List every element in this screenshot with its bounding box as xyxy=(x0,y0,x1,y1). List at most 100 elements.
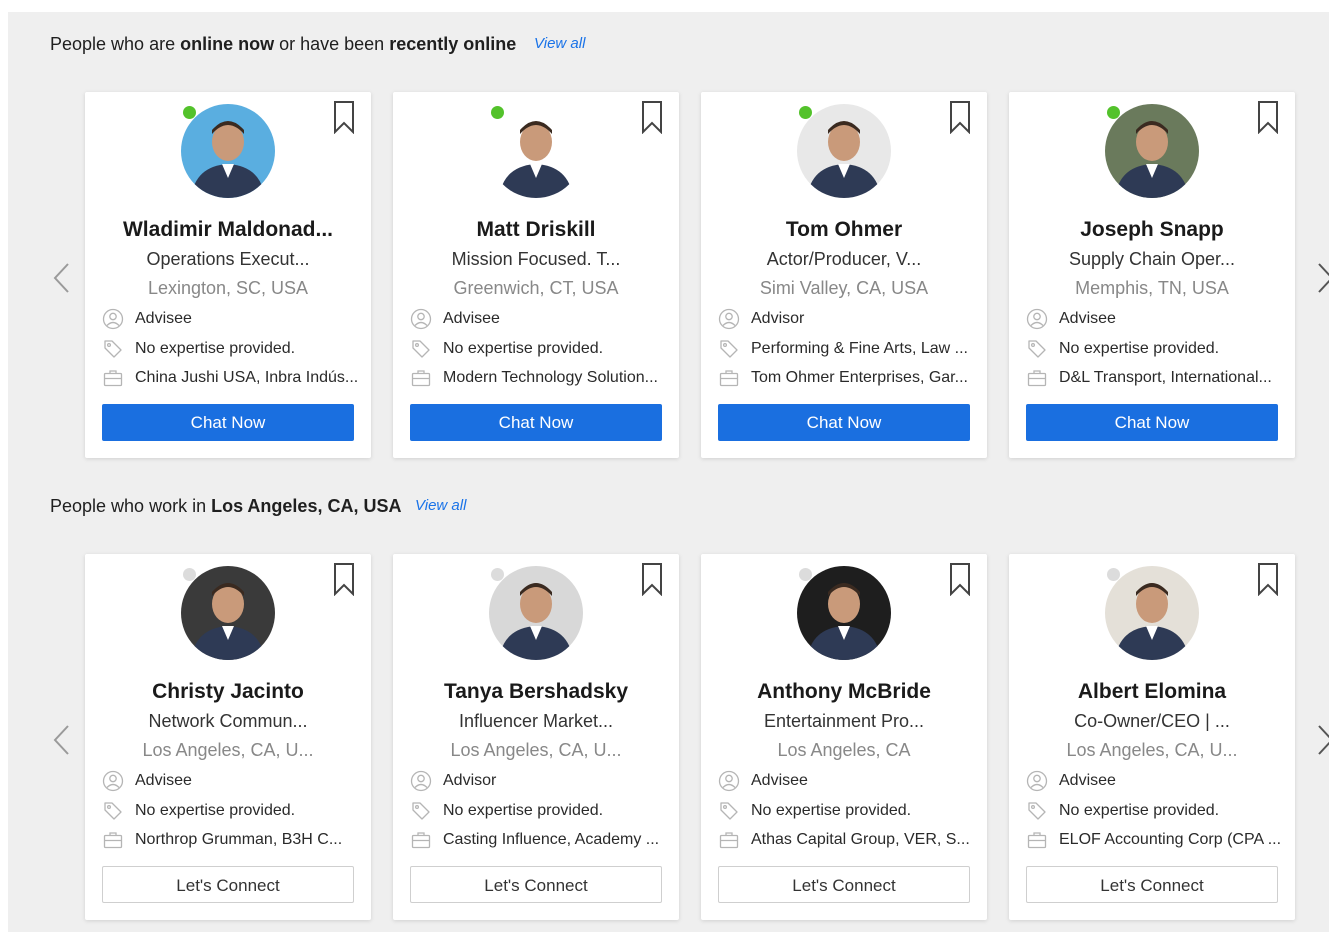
expertise-text: No expertise provided. xyxy=(1059,802,1220,819)
view-all-link[interactable]: View all xyxy=(415,497,466,514)
role-label: Advisee xyxy=(135,772,192,789)
role-row: Advisor xyxy=(410,770,668,792)
person-location: Los Angeles, CA, U... xyxy=(450,740,622,760)
briefcase-icon xyxy=(718,367,740,389)
role-label: Advisor xyxy=(443,772,497,789)
user-icon xyxy=(1026,308,1048,330)
online-status-dot xyxy=(491,106,504,119)
person-title: Influencer Market... xyxy=(458,711,614,731)
person-name[interactable]: Anthony McBride xyxy=(701,680,987,704)
chevron-right-icon[interactable] xyxy=(1313,258,1329,298)
chat-now-button[interactable]: Chat Now xyxy=(1026,404,1278,441)
role-row: Advisor xyxy=(718,308,976,330)
chat-now-button[interactable]: Chat Now xyxy=(718,404,970,441)
briefcase-icon xyxy=(102,367,124,389)
avatar[interactable] xyxy=(489,104,583,198)
bookmark-icon[interactable] xyxy=(949,100,971,135)
person-card[interactable]: Joseph Snapp Supply Chain Oper... Memphi… xyxy=(1009,92,1295,458)
company-row: Casting Influence, Academy ... xyxy=(410,829,668,851)
person-title: Mission Focused. T... xyxy=(451,249,621,269)
bookmark-icon[interactable] xyxy=(641,562,663,597)
person-card[interactable]: Albert Elomina Co-Owner/CEO | ... Los An… xyxy=(1009,554,1295,920)
view-all-link[interactable]: View all xyxy=(534,35,585,52)
person-card[interactable]: Christy Jacinto Network Commun... Los An… xyxy=(85,554,371,920)
tag-icon xyxy=(410,338,432,360)
bookmark-icon[interactable] xyxy=(949,562,971,597)
tag-icon xyxy=(1026,338,1048,360)
expertise-text: No expertise provided. xyxy=(443,802,604,819)
person-name[interactable]: Tom Ohmer xyxy=(701,218,987,242)
person-name[interactable]: Tanya Bershadsky xyxy=(393,680,679,704)
person-title: Co-Owner/CEO | ... xyxy=(1074,711,1230,731)
bookmark-icon[interactable] xyxy=(1257,562,1279,597)
offline-status-dot xyxy=(183,568,196,581)
person-name[interactable]: Albert Elomina xyxy=(1009,680,1295,704)
person-name[interactable]: Joseph Snapp xyxy=(1009,218,1295,242)
expertise-row: Performing & Fine Arts, Law ... xyxy=(718,338,976,360)
user-icon xyxy=(410,770,432,792)
role-label: Advisee xyxy=(443,310,500,327)
person-location: Los Angeles, CA, U... xyxy=(142,740,314,760)
company-text: D&L Transport, International... xyxy=(1059,369,1272,386)
company-text: China Jushi USA, Inbra Indús... xyxy=(135,369,359,386)
company-row: D&L Transport, International... xyxy=(1026,367,1284,389)
person-card[interactable]: Anthony McBride Entertainment Pro... Los… xyxy=(701,554,987,920)
online-status-dot xyxy=(183,106,196,119)
bookmark-icon[interactable] xyxy=(641,100,663,135)
bookmark-icon[interactable] xyxy=(333,100,355,135)
online-status-dot xyxy=(799,106,812,119)
user-icon xyxy=(1026,770,1048,792)
user-icon xyxy=(102,770,124,792)
person-name[interactable]: Wladimir Maldonad... xyxy=(85,218,371,242)
person-card[interactable]: Wladimir Maldonad... Operations Execut..… xyxy=(85,92,371,458)
role-label: Advisee xyxy=(135,310,192,327)
person-card[interactable]: Tom Ohmer Actor/Producer, V... Simi Vall… xyxy=(701,92,987,458)
role-row: Advisee xyxy=(102,308,360,330)
person-card[interactable]: Tanya Bershadsky Influencer Market... Lo… xyxy=(393,554,679,920)
online-status-dot xyxy=(1107,106,1120,119)
person-title: Network Commun... xyxy=(148,711,308,731)
avatar[interactable] xyxy=(1105,104,1199,198)
company-text: Modern Technology Solution... xyxy=(443,369,658,386)
people-page: People who are online now or have been r… xyxy=(8,12,1329,932)
online-people-section: People who are online now or have been r… xyxy=(8,12,1329,474)
avatar[interactable] xyxy=(489,566,583,660)
role-row: Advisee xyxy=(410,308,668,330)
person-name[interactable]: Christy Jacinto xyxy=(85,680,371,704)
offline-status-dot xyxy=(1107,568,1120,581)
chevron-left-icon[interactable] xyxy=(50,258,74,298)
expertise-text: No expertise provided. xyxy=(751,802,912,819)
avatar[interactable] xyxy=(797,566,891,660)
chevron-right-icon[interactable] xyxy=(1313,720,1329,760)
company-text: ELOF Accounting Corp (CPA ... xyxy=(1059,831,1282,848)
lets-connect-button[interactable]: Let's Connect xyxy=(718,866,970,903)
company-row: China Jushi USA, Inbra Indús... xyxy=(102,367,360,389)
lets-connect-button[interactable]: Let's Connect xyxy=(410,866,662,903)
avatar[interactable] xyxy=(181,104,275,198)
chevron-left-icon[interactable] xyxy=(50,720,74,760)
bookmark-icon[interactable] xyxy=(1257,100,1279,135)
avatar[interactable] xyxy=(1105,566,1199,660)
offline-status-dot xyxy=(491,568,504,581)
person-location: Greenwich, CT, USA xyxy=(453,278,619,298)
briefcase-icon xyxy=(410,367,432,389)
company-text: Tom Ohmer Enterprises, Gar... xyxy=(751,369,968,386)
user-icon xyxy=(718,308,740,330)
avatar[interactable] xyxy=(181,566,275,660)
person-location: Lexington, SC, USA xyxy=(147,278,309,298)
avatar[interactable] xyxy=(797,104,891,198)
lets-connect-button[interactable]: Let's Connect xyxy=(102,866,354,903)
bookmark-icon[interactable] xyxy=(333,562,355,597)
company-text: Northrop Grumman, B3H C... xyxy=(135,831,343,848)
expertise-text: No expertise provided. xyxy=(443,340,604,357)
briefcase-icon xyxy=(102,829,124,851)
person-title: Actor/Producer, V... xyxy=(766,249,922,269)
person-name[interactable]: Matt Driskill xyxy=(393,218,679,242)
chat-now-button[interactable]: Chat Now xyxy=(102,404,354,441)
company-row: Athas Capital Group, VER, S... xyxy=(718,829,976,851)
chat-now-button[interactable]: Chat Now xyxy=(410,404,662,441)
expertise-row: No expertise provided. xyxy=(102,338,360,360)
person-card[interactable]: Matt Driskill Mission Focused. T... Gree… xyxy=(393,92,679,458)
tag-icon xyxy=(1026,800,1048,822)
lets-connect-button[interactable]: Let's Connect xyxy=(1026,866,1278,903)
